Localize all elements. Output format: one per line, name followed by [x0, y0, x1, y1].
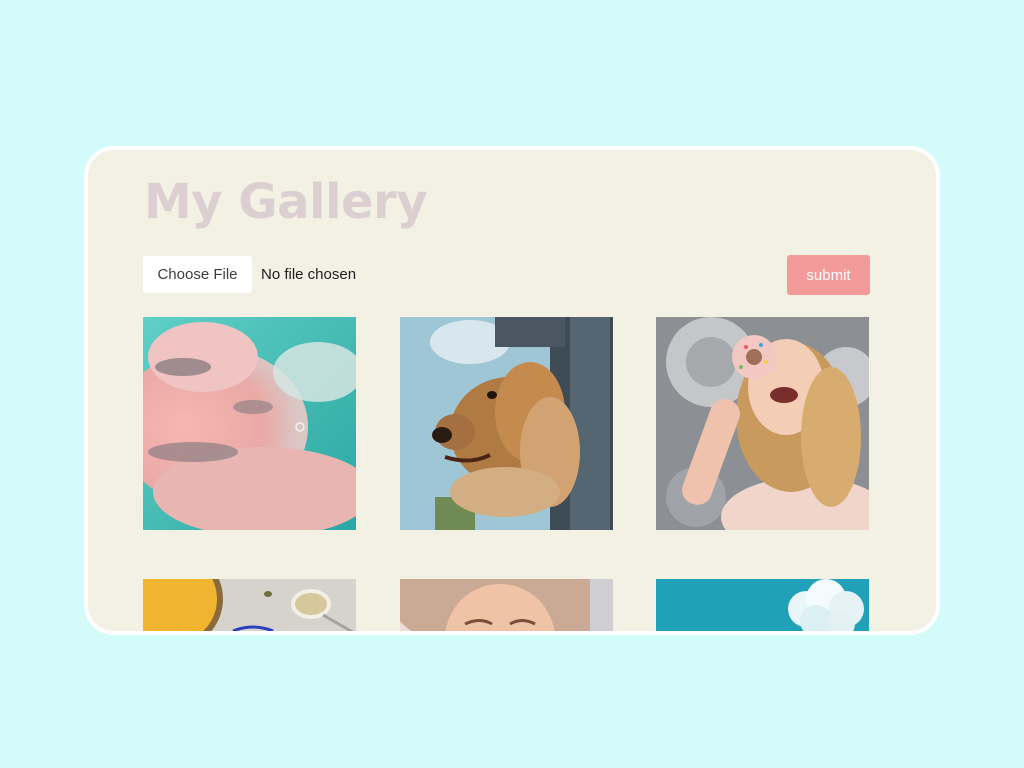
pink-clouds-image — [143, 317, 356, 530]
sky-cloud-image — [656, 579, 869, 631]
gallery-image-sky-cloud[interactable] — [656, 579, 869, 631]
gallery-image-woman-hat[interactable] — [400, 579, 613, 631]
submit-button[interactable]: submit — [787, 255, 870, 295]
woman-hat-image — [400, 579, 613, 631]
gallery-image-pink-clouds[interactable] — [143, 317, 356, 530]
image-grid — [143, 317, 871, 631]
choose-file-button[interactable]: Choose File — [143, 256, 252, 293]
gallery-image-soup[interactable] — [143, 579, 356, 631]
gallery-card: My Gallery Choose File No file chosen su… — [84, 146, 940, 635]
gallery-image-woman-donut[interactable] — [656, 317, 869, 530]
file-upload: Choose File No file chosen — [143, 256, 356, 293]
gallery-image-dog[interactable] — [400, 317, 613, 530]
page-title: My Gallery — [144, 174, 427, 230]
dog-image — [400, 317, 613, 530]
soup-image — [143, 579, 356, 631]
woman-donut-image — [656, 317, 869, 530]
file-status: No file chosen — [261, 266, 357, 283]
